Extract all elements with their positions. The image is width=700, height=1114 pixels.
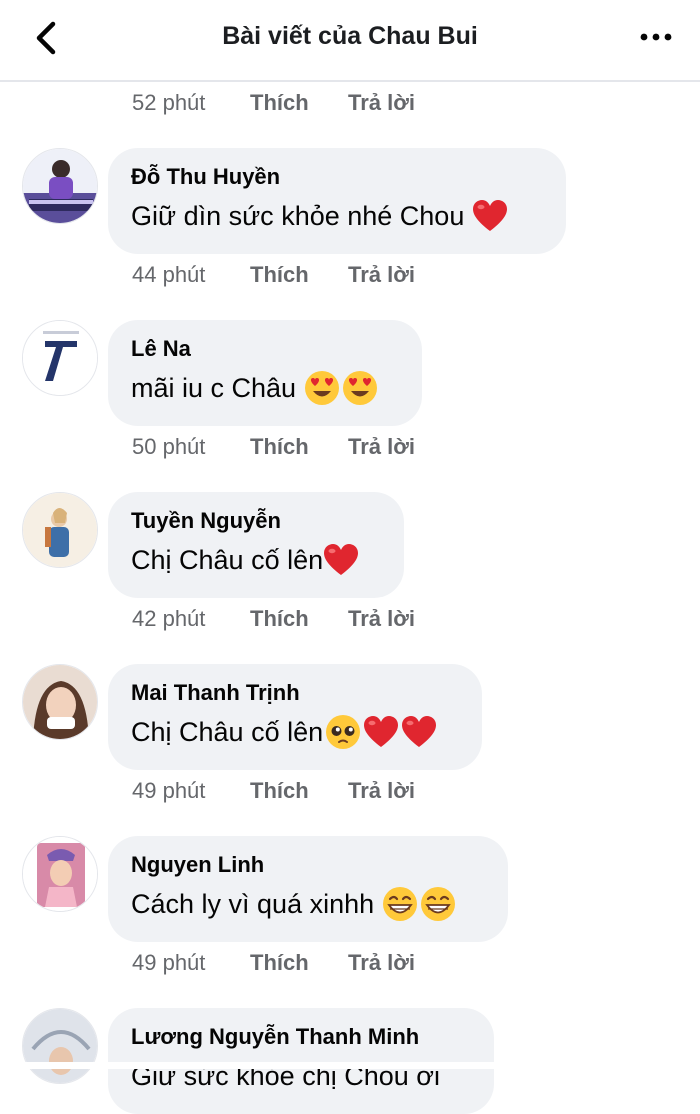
comment-text: Cách ly vì quá xinhh xyxy=(131,889,375,919)
comment-bubble: Lương Nguyễn Thanh Minh Giữ sức khỏe chị… xyxy=(108,1008,494,1114)
comment-author[interactable]: Tuyền Nguyễn xyxy=(131,506,382,536)
avatar[interactable] xyxy=(22,664,98,740)
comment-time: 42 phút xyxy=(132,606,206,631)
reply-link[interactable]: Trả lời xyxy=(348,262,415,288)
reply-link[interactable]: Trả lời xyxy=(348,434,415,460)
like-link[interactable]: Thích xyxy=(250,778,348,804)
avatar[interactable] xyxy=(22,148,98,224)
grinning-face-icon xyxy=(383,887,418,921)
comment-time: 52 phút xyxy=(132,90,206,115)
comment-text-row: Cách ly vì quá xinhh xyxy=(131,882,486,926)
comment-text-row: mãi iu c Châu xyxy=(131,366,400,410)
comment-bubble: Nguyen Linh Cách ly vì quá xinhh xyxy=(108,836,508,942)
red-heart-icon xyxy=(473,200,508,231)
comment-text: Chị Châu cố lên xyxy=(131,717,324,747)
comment-bubble: Tuyền Nguyễn Chị Châu cố lên xyxy=(108,492,404,598)
comment-meta-row: 50 phút Thích Trả lời xyxy=(132,432,415,462)
reply-link[interactable]: Trả lời xyxy=(348,778,415,804)
more-options-button[interactable] xyxy=(636,22,676,52)
comment-text: Giữ sức khỏe chị Chou ơi xyxy=(131,1061,440,1091)
red-heart-icon xyxy=(364,716,399,747)
comment-author[interactable]: Đỗ Thu Huyền xyxy=(131,162,544,192)
comment-text-row: Chị Châu cố lên xyxy=(131,710,460,754)
comment-author[interactable]: Lê Na xyxy=(131,334,400,364)
comment-meta-row: 44 phút Thích Trả lời xyxy=(132,260,415,290)
comment-bubble: Mai Thanh Trịnh Chị Châu cố lên xyxy=(108,664,482,770)
comment-time: 49 phút xyxy=(132,950,206,975)
avatar[interactable] xyxy=(22,836,98,912)
comment-author[interactable]: Nguyen Linh xyxy=(131,850,486,880)
comment-text: Chị Châu cố lên xyxy=(131,545,324,575)
like-link[interactable]: Thích xyxy=(250,434,348,460)
comment-meta-row: 49 phút Thích Trả lời xyxy=(132,948,415,978)
comment-text-row: Giữ sức khỏe chị Chou ơi xyxy=(131,1054,472,1098)
comment-time: 49 phút xyxy=(132,778,206,803)
like-link[interactable]: Thích xyxy=(250,262,348,288)
comment-time: 44 phút xyxy=(132,262,206,287)
avatar[interactable] xyxy=(22,320,98,396)
like-link[interactable]: Thích xyxy=(250,90,348,116)
comment-text-row: Chị Châu cố lên xyxy=(131,538,382,582)
page-title: Bài viết của Chau Bui xyxy=(222,22,478,50)
top-bar: Bài viết của Chau Bui xyxy=(0,0,700,82)
pleading-face-icon xyxy=(326,715,361,749)
avatar[interactable] xyxy=(22,492,98,568)
comment-time: 50 phút xyxy=(132,434,206,459)
reply-link[interactable]: Trả lời xyxy=(348,90,415,116)
red-heart-icon xyxy=(402,716,437,747)
comment-meta-row: 52 phút Thích Trả lời xyxy=(132,88,415,118)
like-link[interactable]: Thích xyxy=(250,950,348,976)
comment-bubble: Đỗ Thu Huyền Giữ dìn sức khỏe nhé Chou xyxy=(108,148,566,254)
comment-text-row: Giữ dìn sức khỏe nhé Chou xyxy=(131,194,544,238)
comment-bubble: Lê Na mãi iu c Châu xyxy=(108,320,422,426)
heart-eyes-icon xyxy=(343,371,378,405)
red-heart-icon xyxy=(324,544,359,575)
comment-author[interactable]: Mai Thanh Trịnh xyxy=(131,678,460,708)
grinning-face-icon xyxy=(421,887,456,921)
more-dots-icon xyxy=(640,33,672,41)
reply-link[interactable]: Trả lời xyxy=(348,606,415,632)
bottom-edge xyxy=(0,1062,700,1069)
heart-eyes-icon xyxy=(305,371,340,405)
comment-meta-row: 49 phút Thích Trả lời xyxy=(132,776,415,806)
comment-meta-row: 42 phút Thích Trả lời xyxy=(132,604,415,634)
comment-author[interactable]: Lương Nguyễn Thanh Minh xyxy=(131,1022,472,1052)
avatar[interactable] xyxy=(22,1008,98,1084)
reply-link[interactable]: Trả lời xyxy=(348,950,415,976)
like-link[interactable]: Thích xyxy=(250,606,348,632)
comment-text: Giữ dìn sức khỏe nhé Chou xyxy=(131,201,465,231)
comment-text: mãi iu c Châu xyxy=(131,373,297,403)
